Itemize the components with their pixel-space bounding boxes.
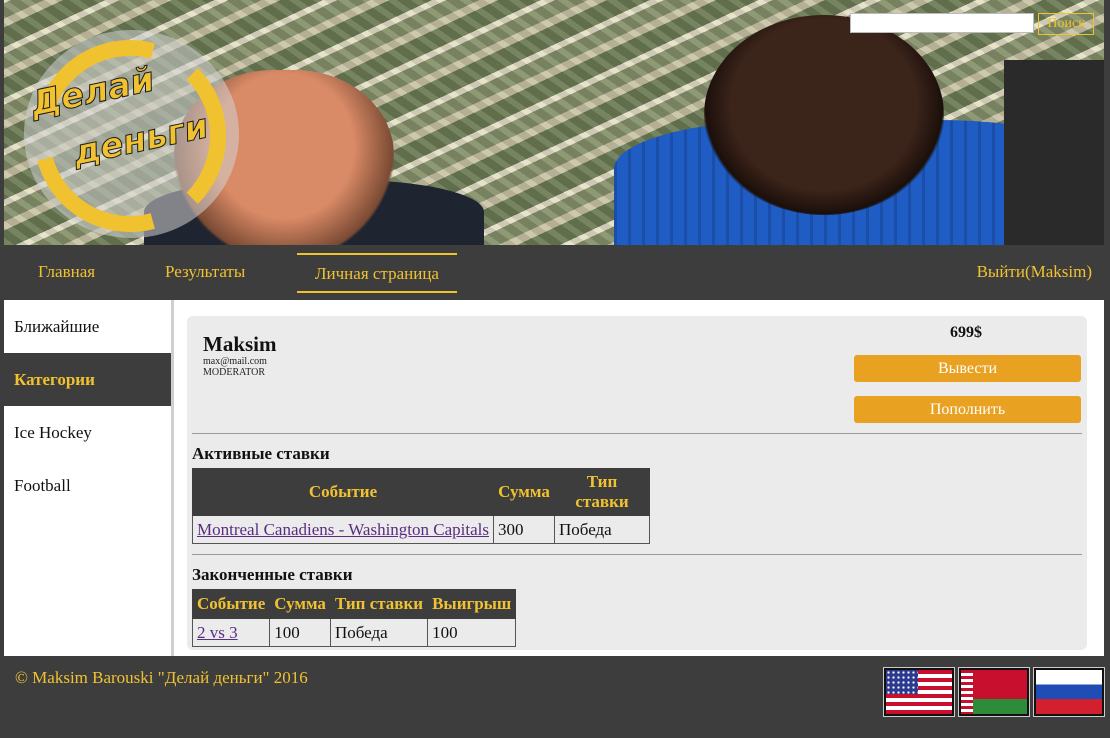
nav-item-home[interactable]: Главная <box>20 253 113 289</box>
sidebar-item-ice-hockey[interactable]: Ice Hockey <box>4 406 171 459</box>
active-bets-title: Активные ставки <box>192 444 330 463</box>
belarus-flag-ornament <box>961 670 973 714</box>
deposit-button[interactable]: Пополнить <box>854 396 1081 423</box>
active-bets-table: Событие Сумма Тип ставки Montreal Canadi… <box>192 468 650 544</box>
footer: © Maksim Barouski "Делай деньги" 2016 <box>4 656 1105 734</box>
event-link[interactable]: 2 vs 3 <box>197 623 238 642</box>
column-header: Сумма <box>493 468 555 516</box>
table-header-row: Событие Сумма Тип ставки <box>192 468 650 516</box>
table-header-row: Событие Сумма Тип ставки Выигрыш <box>191 589 517 619</box>
divider <box>192 433 1082 434</box>
column-header: Событие <box>192 468 494 516</box>
table-cell-bet-type: Победа <box>329 618 429 647</box>
table-cell-win: 100 <box>427 618 517 647</box>
sidebar-item-upcoming[interactable]: Ближайшие <box>4 300 171 353</box>
nav-item-results[interactable]: Результаты <box>147 253 263 289</box>
main-content: Maksim max@mail.com MODERATOR 699$ Вывес… <box>174 300 1104 656</box>
table-row: 2 vs 3 100 Победа 100 <box>191 618 517 647</box>
belarus-flag-icon[interactable] <box>958 667 1030 717</box>
page: Делай деньги Поиск Главная Результаты Ли… <box>4 0 1105 734</box>
us-flag-canton <box>886 670 918 694</box>
banner-photo-part <box>704 15 944 215</box>
sidebar: Ближайшие Категории Ice Hockey Football <box>4 300 174 656</box>
divider <box>192 554 1082 555</box>
table-row: Montreal Canadiens - Washington Capitals… <box>192 515 650 544</box>
header-banner: Делай деньги Поиск <box>4 0 1104 245</box>
profile-card: Maksim max@mail.com MODERATOR 699$ Вывес… <box>187 316 1087 650</box>
russia-flag-icon[interactable] <box>1033 667 1105 717</box>
event-link[interactable]: Montreal Canadiens - Washington Capitals <box>197 520 489 539</box>
column-header: Выигрыш <box>427 589 517 619</box>
banner-photo-part <box>1004 60 1104 245</box>
column-header: Сумма <box>269 589 331 619</box>
column-header: Событие <box>191 589 271 619</box>
column-header: Тип ставки <box>329 589 429 619</box>
table-cell-event: Montreal Canadiens - Washington Capitals <box>192 515 494 544</box>
main-nav: Главная Результаты Личная страница Выйти… <box>4 245 1104 300</box>
finished-bets-table: Событие Сумма Тип ставки Выигрыш 2 vs 3 … <box>191 589 517 647</box>
withdraw-button[interactable]: Вывести <box>854 355 1081 382</box>
search-input[interactable] <box>850 13 1035 33</box>
copyright-text: © Maksim Barouski "Делай деньги" 2016 <box>15 668 308 687</box>
us-flag-icon[interactable] <box>883 667 955 717</box>
balance: 699$ <box>950 324 982 341</box>
user-role: MODERATOR <box>203 367 266 378</box>
site-logo[interactable]: Делай деньги <box>4 4 262 245</box>
sidebar-item-categories[interactable]: Категории <box>4 353 171 406</box>
sidebar-item-football[interactable]: Football <box>4 459 171 512</box>
table-cell-amount: 300 <box>493 515 555 544</box>
search-form: Поиск <box>850 13 1094 35</box>
user-name: Maksim <box>203 332 277 356</box>
finished-bets-title: Законченные ставки <box>192 565 353 584</box>
logout-link[interactable]: Выйти(Maksim) <box>959 253 1110 289</box>
table-cell-bet-type: Победа <box>554 515 650 544</box>
nav-item-profile[interactable]: Личная страница <box>297 253 457 293</box>
user-email: max@mail.com <box>203 356 267 367</box>
column-header: Тип ставки <box>554 468 650 516</box>
search-button[interactable]: Поиск <box>1038 13 1094 35</box>
table-cell-event: 2 vs 3 <box>191 618 271 647</box>
table-cell-amount: 100 <box>269 618 331 647</box>
